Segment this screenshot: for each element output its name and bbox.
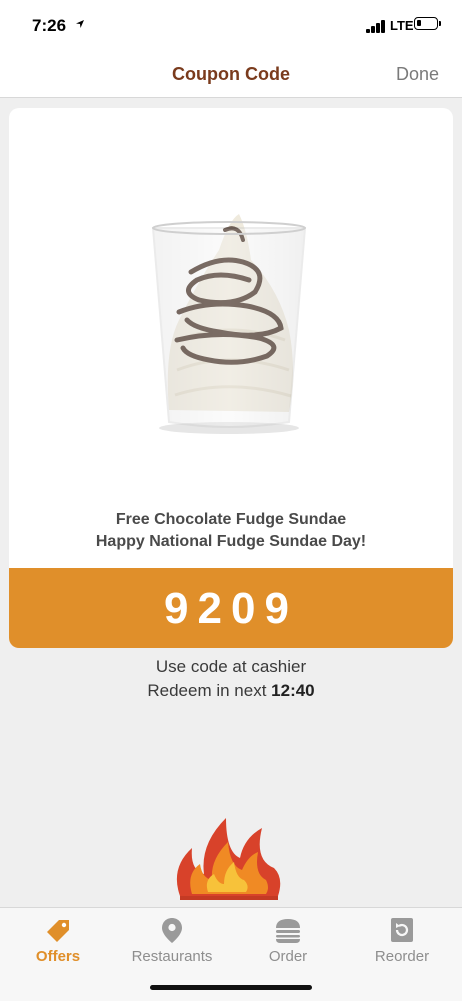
network-type: LTE — [390, 18, 414, 33]
tab-restaurants-label: Restaurants — [131, 948, 213, 965]
coupon-code: 9209 — [164, 584, 298, 633]
use-code-instruction: Use code at cashier — [155, 657, 307, 676]
battery-icon — [414, 17, 438, 30]
tab-order-label: Order — [268, 948, 308, 965]
home-indicator — [150, 985, 312, 990]
done-button[interactable]: Done — [396, 64, 439, 85]
offer-subtitle: Happy National Fudge Sundae Day! — [95, 533, 367, 550]
tag-icon — [47, 920, 69, 942]
status-bar: 7:26 LTE — [0, 0, 462, 52]
battery-cap — [439, 21, 441, 26]
status-time: 7:26 — [32, 16, 67, 35]
page-title: Coupon Code — [172, 64, 290, 84]
redeem-prefix: Redeem in next — [147, 681, 272, 700]
navigation-bar: Coupon Code Done — [0, 52, 462, 98]
reorder-icon — [391, 918, 413, 942]
redeem-timer: Redeem in next 12:40 — [0, 681, 462, 701]
tab-reorder-label: Reorder — [374, 948, 430, 965]
tab-restaurants[interactable]: Restaurants — [122, 916, 222, 965]
tab-offers-label: Offers — [35, 948, 81, 965]
tab-order[interactable]: Order — [238, 916, 338, 965]
location-arrow-icon — [76, 20, 84, 28]
location-pin-icon — [162, 918, 182, 943]
sundae-image — [151, 214, 307, 434]
offer-title: Free Chocolate Fudge Sundae — [115, 511, 347, 528]
signal-strength-icon — [366, 19, 388, 33]
redeem-countdown: 12:40 — [271, 681, 315, 700]
tab-reorder[interactable]: Reorder — [352, 916, 452, 965]
tab-offers[interactable]: Offers — [8, 916, 108, 965]
burger-icon — [276, 919, 300, 943]
coupon-card: Free Chocolate Fudge Sundae Happy Nation… — [9, 108, 453, 648]
flame-logo — [176, 818, 281, 900]
coupon-code-band: 9209 — [9, 568, 453, 648]
